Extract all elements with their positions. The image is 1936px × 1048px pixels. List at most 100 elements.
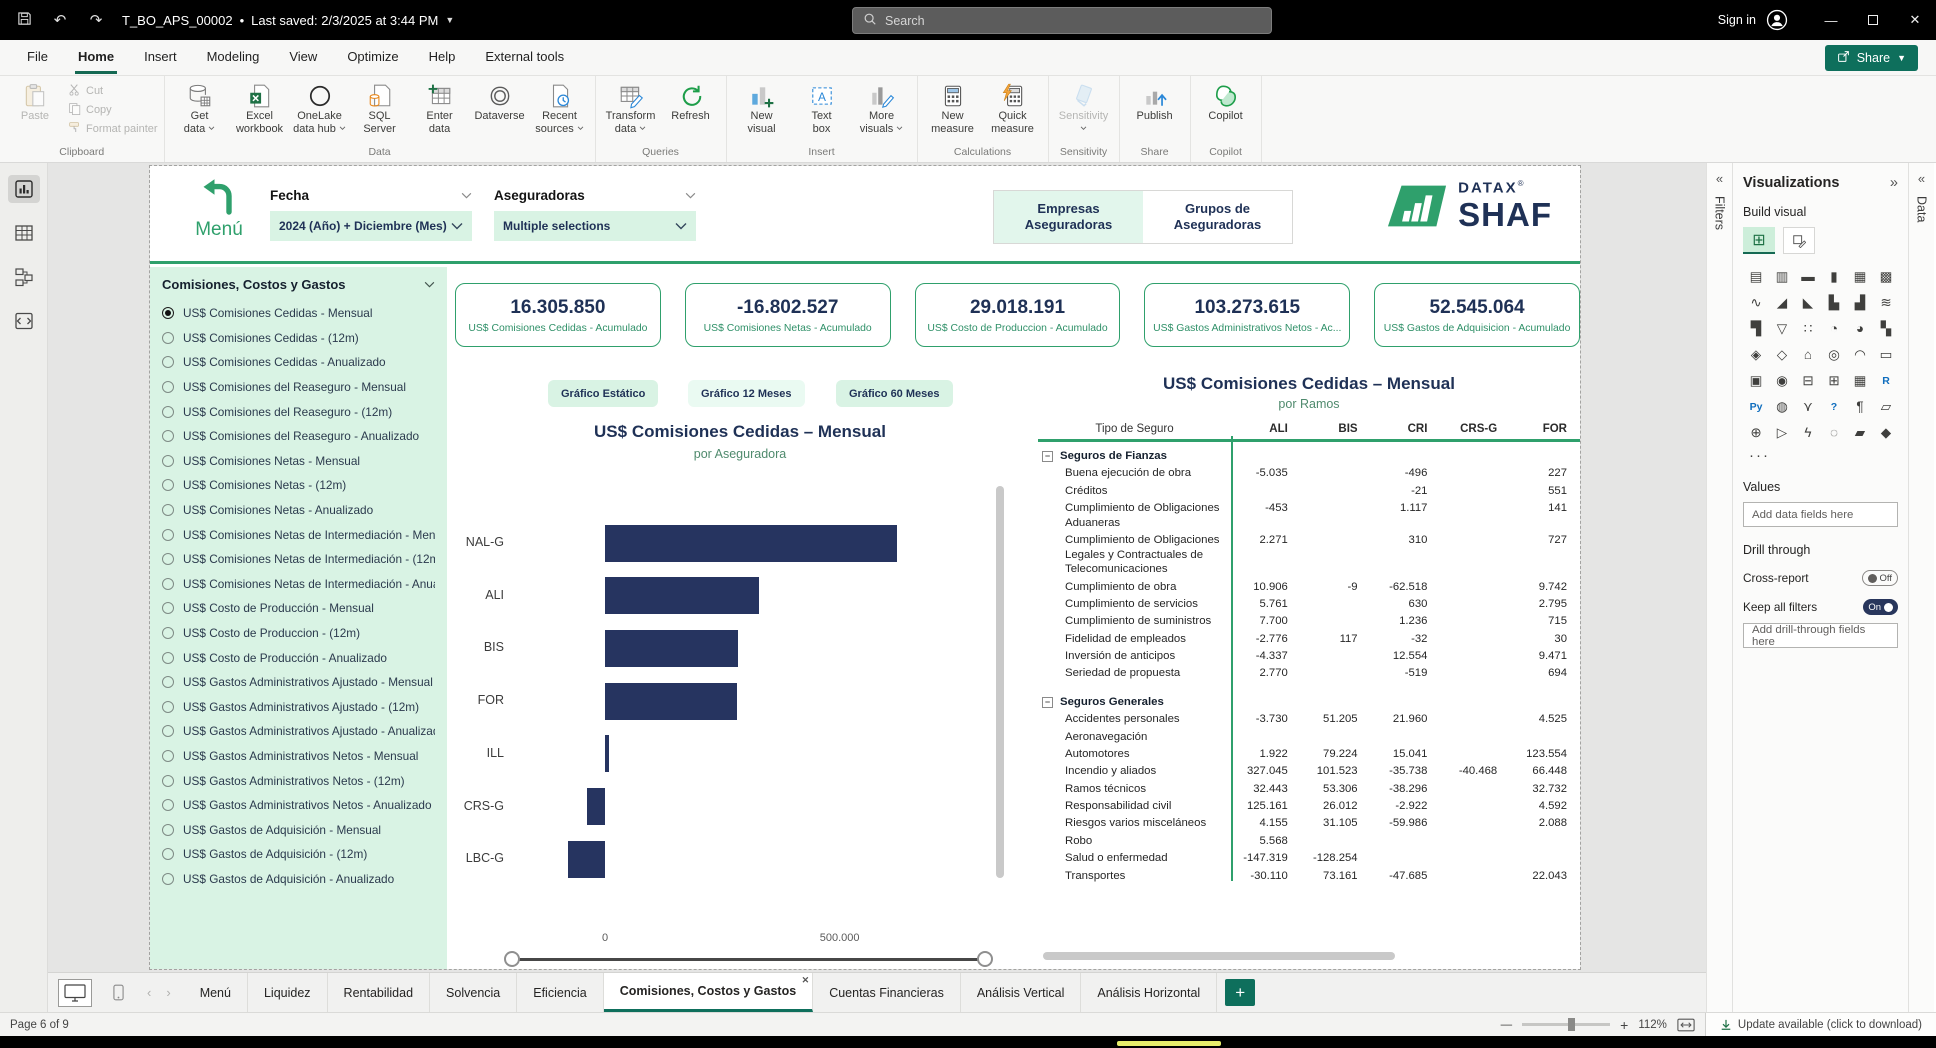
filter-option[interactable]: US$ Comisiones Netas - (12m) [162, 473, 435, 498]
fit-to-page-icon[interactable] [1677, 1018, 1695, 1032]
radio-button[interactable] [162, 602, 174, 614]
new-measure-button[interactable]: Newmeasure [924, 80, 982, 135]
radio-button[interactable] [162, 775, 174, 787]
clustered-bar-chart-icon[interactable]: ▬ [1795, 264, 1821, 289]
waterfall-chart-icon[interactable]: ▜ [1743, 316, 1769, 341]
chart-bar[interactable] [605, 630, 738, 667]
more-visual-types[interactable]: ··· [1749, 447, 1898, 464]
kpi-card[interactable]: 52.545.064US$ Gastos de Adquisicion - Ac… [1374, 283, 1580, 347]
radio-button[interactable] [162, 799, 174, 811]
chart-bar[interactable] [568, 841, 605, 878]
map-icon[interactable]: ◈ [1743, 342, 1769, 367]
filter-option[interactable]: US$ Gastos de Adquisición - Mensual [162, 817, 435, 842]
collapse-group-icon[interactable]: − [1042, 451, 1053, 462]
stacked-column-chart-icon[interactable]: ▥ [1769, 264, 1795, 289]
page-tab[interactable]: Solvencia [430, 973, 517, 1012]
page-tab[interactable]: Cuentas Financieras [813, 973, 961, 1012]
format-painter-button[interactable]: Format painter [68, 121, 158, 137]
cross-report-toggle[interactable]: Off [1862, 570, 1899, 586]
add-data-fields-well[interactable]: Add data fields here [1743, 502, 1898, 527]
radio-button[interactable] [162, 873, 174, 885]
onelake-data-hub-button[interactable]: OneLakedata hub [291, 80, 349, 135]
filter-option[interactable]: US$ Gastos Administrativos Netos - Mensu… [162, 744, 435, 769]
multi-row-card-icon[interactable]: ▣ [1743, 368, 1769, 393]
toggle-empresas-aseguradoras[interactable]: Empresas Aseguradoras [994, 191, 1143, 243]
copilot-button[interactable]: Copilot [1197, 80, 1255, 123]
get-data-button[interactable]: Getdata [171, 80, 229, 135]
matrix-data-row[interactable]: Cumplimiento de servicios5.7616302.795 [1038, 596, 1580, 613]
refresh-button[interactable]: Refresh [662, 80, 720, 123]
menu-tab-external-tools[interactable]: External tools [470, 40, 579, 76]
power-automate-icon[interactable]: ϟ [1795, 420, 1821, 445]
kpi-card[interactable]: 29.018.191US$ Costo de Produccion - Acum… [915, 283, 1121, 347]
search-input[interactable]: Search [852, 7, 1272, 34]
card-icon[interactable]: ▭ [1873, 342, 1899, 367]
chart-mode-button[interactable]: Gráfico 60 Meses [836, 380, 953, 407]
matrix-data-row[interactable]: Automotores1.92279.22415.041123.554 [1038, 746, 1580, 763]
slicer-icon[interactable]: ⊟ [1795, 368, 1821, 393]
chart-bar[interactable] [605, 735, 609, 772]
radio-button[interactable] [162, 381, 174, 393]
gauge-icon[interactable]: ◠ [1847, 342, 1873, 367]
menu-tab-view[interactable]: View [274, 40, 332, 76]
radio-button[interactable] [162, 824, 174, 836]
menu-tab-file[interactable]: File [12, 40, 63, 76]
radio-button[interactable] [162, 529, 174, 541]
matrix-data-row[interactable]: Cumplimiento de Obligaciones Aduaneras-4… [1038, 500, 1580, 532]
line-and-stacked-column-chart-icon[interactable]: ▙ [1821, 290, 1847, 315]
radio-button[interactable] [162, 627, 174, 639]
filter-option[interactable]: US$ Comisiones Netas de Intermediación -… [162, 522, 435, 547]
title-dropdown-caret-icon[interactable]: ▼ [445, 15, 454, 25]
clustered-column-chart-icon[interactable]: ▮ [1821, 264, 1847, 289]
share-button[interactable]: Share ▼ [1825, 45, 1918, 71]
close-button[interactable]: ✕ [1894, 0, 1936, 40]
menu-tab-modeling[interactable]: Modeling [192, 40, 275, 76]
matrix-data-row[interactable]: Cumplimiento de Obligaciones Legales y C… [1038, 532, 1580, 579]
funnel-chart-icon[interactable]: ▽ [1769, 316, 1795, 341]
chart-bar[interactable] [605, 525, 897, 562]
zoom-slider-thumb[interactable] [1568, 1018, 1575, 1031]
enter-data-button[interactable]: Enterdata [411, 80, 469, 135]
decomposition-tree-icon[interactable]: ⋎ [1795, 394, 1821, 419]
matrix-data-row[interactable]: Seriedad de propuesta2.770-519694 [1038, 665, 1580, 682]
page-tab[interactable]: Análisis Horizontal [1081, 973, 1217, 1012]
scorecard-icon[interactable]: ▰ [1847, 420, 1873, 445]
page-tab[interactable]: Rentabilidad [328, 973, 431, 1012]
chevron-down-icon[interactable] [461, 192, 472, 199]
add-drill-through-fields-well[interactable]: Add drill-through fields here [1743, 623, 1898, 648]
matrix-data-row[interactable]: Aeronavegación [1038, 728, 1580, 745]
menu-nav-button[interactable]: Menú [184, 176, 254, 241]
save-icon[interactable] [14, 11, 34, 30]
filled-map-icon[interactable]: ◇ [1769, 342, 1795, 367]
chart-vertical-scrollbar[interactable] [996, 486, 1004, 878]
format-visual-mode-button[interactable] [1783, 227, 1815, 254]
expand-pane-icon[interactable]: « [1918, 171, 1925, 186]
page-tab[interactable]: Análisis Vertical [961, 973, 1082, 1012]
keep-all-filters-toggle[interactable]: On [1863, 599, 1898, 615]
q-and-a-icon[interactable]: ? [1821, 394, 1847, 419]
sign-in-link[interactable]: Sign in [1718, 13, 1756, 27]
text-box-button[interactable]: ATextbox [793, 80, 851, 135]
power-apps-icon[interactable]: ▷ [1769, 420, 1795, 445]
filter-option[interactable]: US$ Gastos Administrativos Ajustado - (1… [162, 695, 435, 720]
next-page-arrow[interactable]: › [163, 985, 173, 1000]
ribbon-chart-icon[interactable]: ≋ [1873, 290, 1899, 315]
matrix-data-row[interactable]: Accidentes personales-3.73051.20521.9604… [1038, 711, 1580, 728]
publish-button[interactable]: Publish [1126, 80, 1184, 123]
build-visual-mode-button[interactable]: ⊞ [1743, 227, 1775, 254]
filter-option[interactable]: US$ Comisiones del Reaseguro - (12m) [162, 399, 435, 424]
recent-sources-button[interactable]: Recentsources [531, 80, 589, 135]
matrix-data-row[interactable]: Fidelidad de empleados-2.776117-3230 [1038, 630, 1580, 647]
matrix-data-row[interactable]: Incendio y aliados327.045101.523-35.738-… [1038, 763, 1580, 780]
treemap-icon[interactable]: ▚ [1873, 316, 1899, 341]
filter-option[interactable]: US$ Gastos de Adquisición - Anualizado [162, 867, 435, 892]
filter-option[interactable]: US$ Gastos Administrativos Netos - (12m) [162, 768, 435, 793]
matrix-data-row[interactable]: Créditos-21551 [1038, 482, 1580, 499]
matrix-group-row[interactable]: −Seguros Generales [1038, 693, 1580, 710]
filter-option[interactable]: US$ Comisiones Netas - Mensual [162, 449, 435, 474]
matrix-data-row[interactable]: Salud o enfermedad-147.319-128.254 [1038, 850, 1580, 867]
sensitivity-button[interactable]: Sensitivity [1055, 80, 1113, 135]
radio-button[interactable] [162, 332, 174, 344]
copy-button[interactable]: Copy [68, 102, 158, 118]
table-icon[interactable]: ⊞ [1821, 368, 1847, 393]
